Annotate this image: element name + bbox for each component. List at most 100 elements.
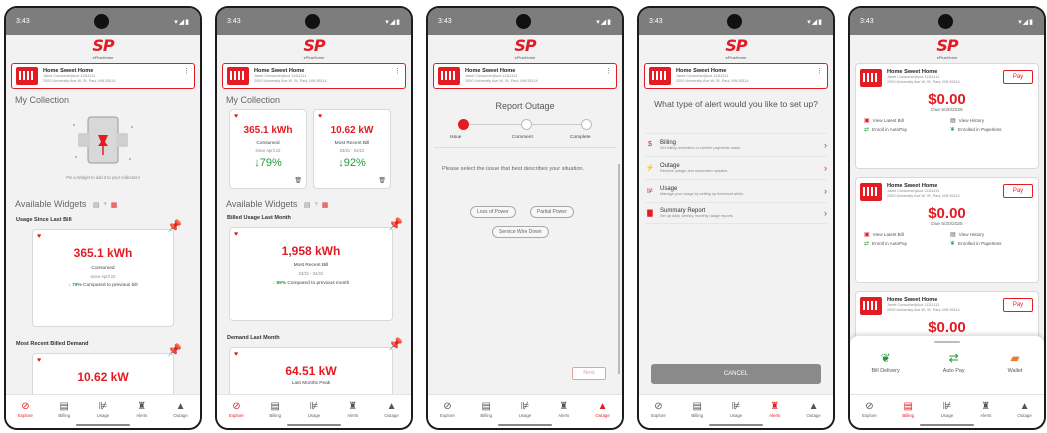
auto-pay-action[interactable]: ⇄ Auto Pay xyxy=(943,351,965,374)
collection-card-demand[interactable]: ♥ 10.62 kW Most Recent Bill 03/21 - 04/2… xyxy=(313,109,391,189)
bottom-nav: ⊘ Explore ▤ Billing ⊯ Usage ♜ Alerts ▲ Outage xyxy=(850,394,1044,424)
nav-outage[interactable]: ▲ Outage xyxy=(1010,401,1040,418)
nav-outage[interactable]: ▲ Outage xyxy=(799,401,829,418)
view-history-link[interactable]: ▤ View History xyxy=(950,231,1032,238)
scrollbar[interactable] xyxy=(618,164,620,374)
building-icon xyxy=(860,69,882,87)
alert-usage-row[interactable]: ⊯ Usage Manage your usage by setting up t… xyxy=(645,179,827,201)
nav-billing[interactable]: ▤ Billing xyxy=(682,401,712,418)
grid-filter-icon[interactable]: ▦ xyxy=(111,201,118,209)
demand-label: Last Months Peak xyxy=(291,381,331,386)
status-bar: 3:43 ▾◢▮ xyxy=(428,8,622,35)
account-address: 2000 University Ave W, St. Paul, MN 5511… xyxy=(465,79,538,83)
nav-outage[interactable]: ▲ Outage xyxy=(377,401,407,418)
nav-explore[interactable]: ⊘ Explore xyxy=(10,401,40,418)
explore-body: My Collection ♥ 365.1 kWh Consumed since… xyxy=(217,89,411,394)
nav-billing[interactable]: ▤ Billing xyxy=(893,401,923,418)
collection-card-usage[interactable]: ♥ 365.1 kWh Consumed since April 22 ↓79%… xyxy=(229,109,307,189)
sheet-handle[interactable] xyxy=(934,341,960,343)
nav-usage[interactable]: ⊯ Usage xyxy=(88,401,118,418)
pin-icon[interactable]: 📌 xyxy=(388,337,403,351)
most-recent-billed-demand-widget[interactable]: Most Recent Billed Demand ♥ 10.62 kW 📌 xyxy=(12,339,194,394)
pay-button[interactable]: Pay xyxy=(1003,184,1033,198)
nav-usage[interactable]: ⊯ Usage xyxy=(721,401,751,418)
usage-percent: ↓ 89% xyxy=(272,281,287,286)
pin-icon[interactable]: 📌 xyxy=(167,219,182,233)
alert-billing-row[interactable]: $ Billing Set billing reminders or confir… xyxy=(645,133,827,155)
usage-since-last-bill-widget[interactable]: Usage Since Last Bill ♥ 365.1 kWh Consum… xyxy=(12,215,194,331)
nav-alerts[interactable]: ♜ Alerts xyxy=(760,401,790,418)
nav-billing[interactable]: ▤ Billing xyxy=(260,401,290,418)
pin-icon[interactable]: 📌 xyxy=(167,343,182,357)
more-options-icon[interactable]: ⋮ xyxy=(816,68,823,75)
account-selector[interactable]: Home Sweet Home Janet Consumer|Acct 1111… xyxy=(222,63,406,89)
more-options-icon[interactable]: ⋮ xyxy=(183,68,190,75)
billing-filter-icon[interactable]: ▤ xyxy=(93,201,100,209)
nav-explore[interactable]: ⊘ Explore xyxy=(221,401,251,418)
nav-outage[interactable]: ▲ Outage xyxy=(166,401,196,418)
partial-power-option[interactable]: Partial Power xyxy=(530,206,574,218)
pay-button[interactable]: Pay xyxy=(1003,298,1033,312)
nav-usage[interactable]: ⊯ Usage xyxy=(299,401,329,418)
cancel-button[interactable]: CANCEL xyxy=(651,364,821,384)
trash-icon[interactable]: 🗑 xyxy=(378,177,386,184)
nav-outage[interactable]: ▲ Outage xyxy=(588,401,618,418)
chevron-right-icon: › xyxy=(824,185,827,196)
grid-filter-icon[interactable]: ▦ xyxy=(322,201,329,209)
bottom-nav: ⊘ Explore ▤ Billing ⊯ Usage ♜ Alerts ▲ Outage xyxy=(639,394,833,424)
enroll-autopay-link[interactable]: ⇄ Enroll in AutoPay xyxy=(864,240,946,247)
pay-button[interactable]: Pay xyxy=(1003,70,1033,84)
view-history-link[interactable]: ▤ View History xyxy=(950,117,1032,124)
more-options-icon[interactable]: ⋮ xyxy=(394,68,401,75)
pin-icon[interactable]: 📌 xyxy=(388,217,403,231)
trash-icon[interactable]: 🗑 xyxy=(294,177,302,184)
power-line-icon: ⚡ xyxy=(645,164,655,172)
enroll-autopay-link[interactable]: ⇄ Enroll in AutoPay xyxy=(864,126,946,133)
wallet-action[interactable]: ▰ Wallet xyxy=(1008,351,1023,374)
nav-billing[interactable]: ▤ Billing xyxy=(471,401,501,418)
usage-since: since April 22 xyxy=(90,274,116,279)
alert-outage-sub: Receive outage and restoration updates xyxy=(660,168,728,173)
usage-value: 365.1 kWh xyxy=(73,246,133,260)
status-time: 3:43 xyxy=(438,18,452,25)
home-indicator xyxy=(639,424,833,428)
report-outage-title: Report Outage xyxy=(495,101,555,111)
nav-alerts[interactable]: ♜ Alerts xyxy=(549,401,579,418)
more-options-icon[interactable]: ⋮ xyxy=(605,68,612,75)
nav-billing[interactable]: ▤ Billing xyxy=(49,401,79,418)
chevron-right-icon: › xyxy=(824,139,827,150)
account-selector[interactable]: Home Sweet Home Janet Consumer|Acct 1111… xyxy=(433,63,617,89)
nav-alerts[interactable]: ♜ Alerts xyxy=(127,401,157,418)
usage-filter-icon[interactable]: ♆ xyxy=(103,201,108,209)
bill-delivery-action[interactable]: ❦ Bill Delivery xyxy=(872,351,900,374)
app-logo: SP ePlusHome xyxy=(850,35,1044,63)
bottom-nav: ⊘ Explore ▤ Billing ⊯ Usage ♜ Alerts ▲ Outage xyxy=(428,394,622,424)
alert-outage-row[interactable]: ⚡ Outage Receive outage and restoration u… xyxy=(645,156,827,178)
view-latest-bill-link[interactable]: ▣ View Latest Bill xyxy=(864,231,946,238)
bill-icon: ▤ xyxy=(481,401,491,412)
demand-last-month-widget[interactable]: Demand Last Month ♥ 64.51 kW Last Months… xyxy=(223,333,405,394)
account-selector[interactable]: Home Sweet Home Janet Consumer|Acct 1111… xyxy=(644,63,828,89)
nav-explore[interactable]: ⊘ Explore xyxy=(432,401,462,418)
usage-filter-icon[interactable]: ♆ xyxy=(314,201,319,209)
service-wire-down-option[interactable]: Service Wire Down xyxy=(492,226,549,238)
alert-summary-row[interactable]: ▇ Summary Report Set up daily, weekly, mo… xyxy=(645,202,827,224)
nav-alerts[interactable]: ♜ Alerts xyxy=(971,401,1001,418)
chart-icon: ⊯ xyxy=(942,401,952,412)
nav-alerts[interactable]: ♜ Alerts xyxy=(338,401,368,418)
next-button[interactable]: Next xyxy=(572,367,606,380)
widget-card: ♥ 365.1 kWh Consumed since April 22 ↓ 79… xyxy=(32,229,174,327)
account-selector[interactable]: Home Sweet Home Janet Consumer|Acct 1111… xyxy=(11,63,195,89)
nav-explore[interactable]: ⊘ Explore xyxy=(643,401,673,418)
nav-usage[interactable]: ⊯ Usage xyxy=(510,401,540,418)
loss-of-power-option[interactable]: Loss of Power xyxy=(470,206,516,218)
status-time: 3:43 xyxy=(649,18,663,25)
nav-usage[interactable]: ⊯ Usage xyxy=(932,401,962,418)
billed-usage-widget[interactable]: Billed Usage Last Month ♥ 1,958 kWh Most… xyxy=(223,213,405,323)
billing-filter-icon[interactable]: ▤ xyxy=(304,201,311,209)
nav-explore[interactable]: ⊘ Explore xyxy=(854,401,884,418)
status-time: 3:43 xyxy=(16,18,30,25)
view-latest-bill-link[interactable]: ▣ View Latest Bill xyxy=(864,117,946,124)
warning-icon: ▲ xyxy=(175,401,186,412)
screen: 3:43 ▾◢▮ SP ePlusHome Home Sweet Home Ja… xyxy=(850,8,1044,428)
